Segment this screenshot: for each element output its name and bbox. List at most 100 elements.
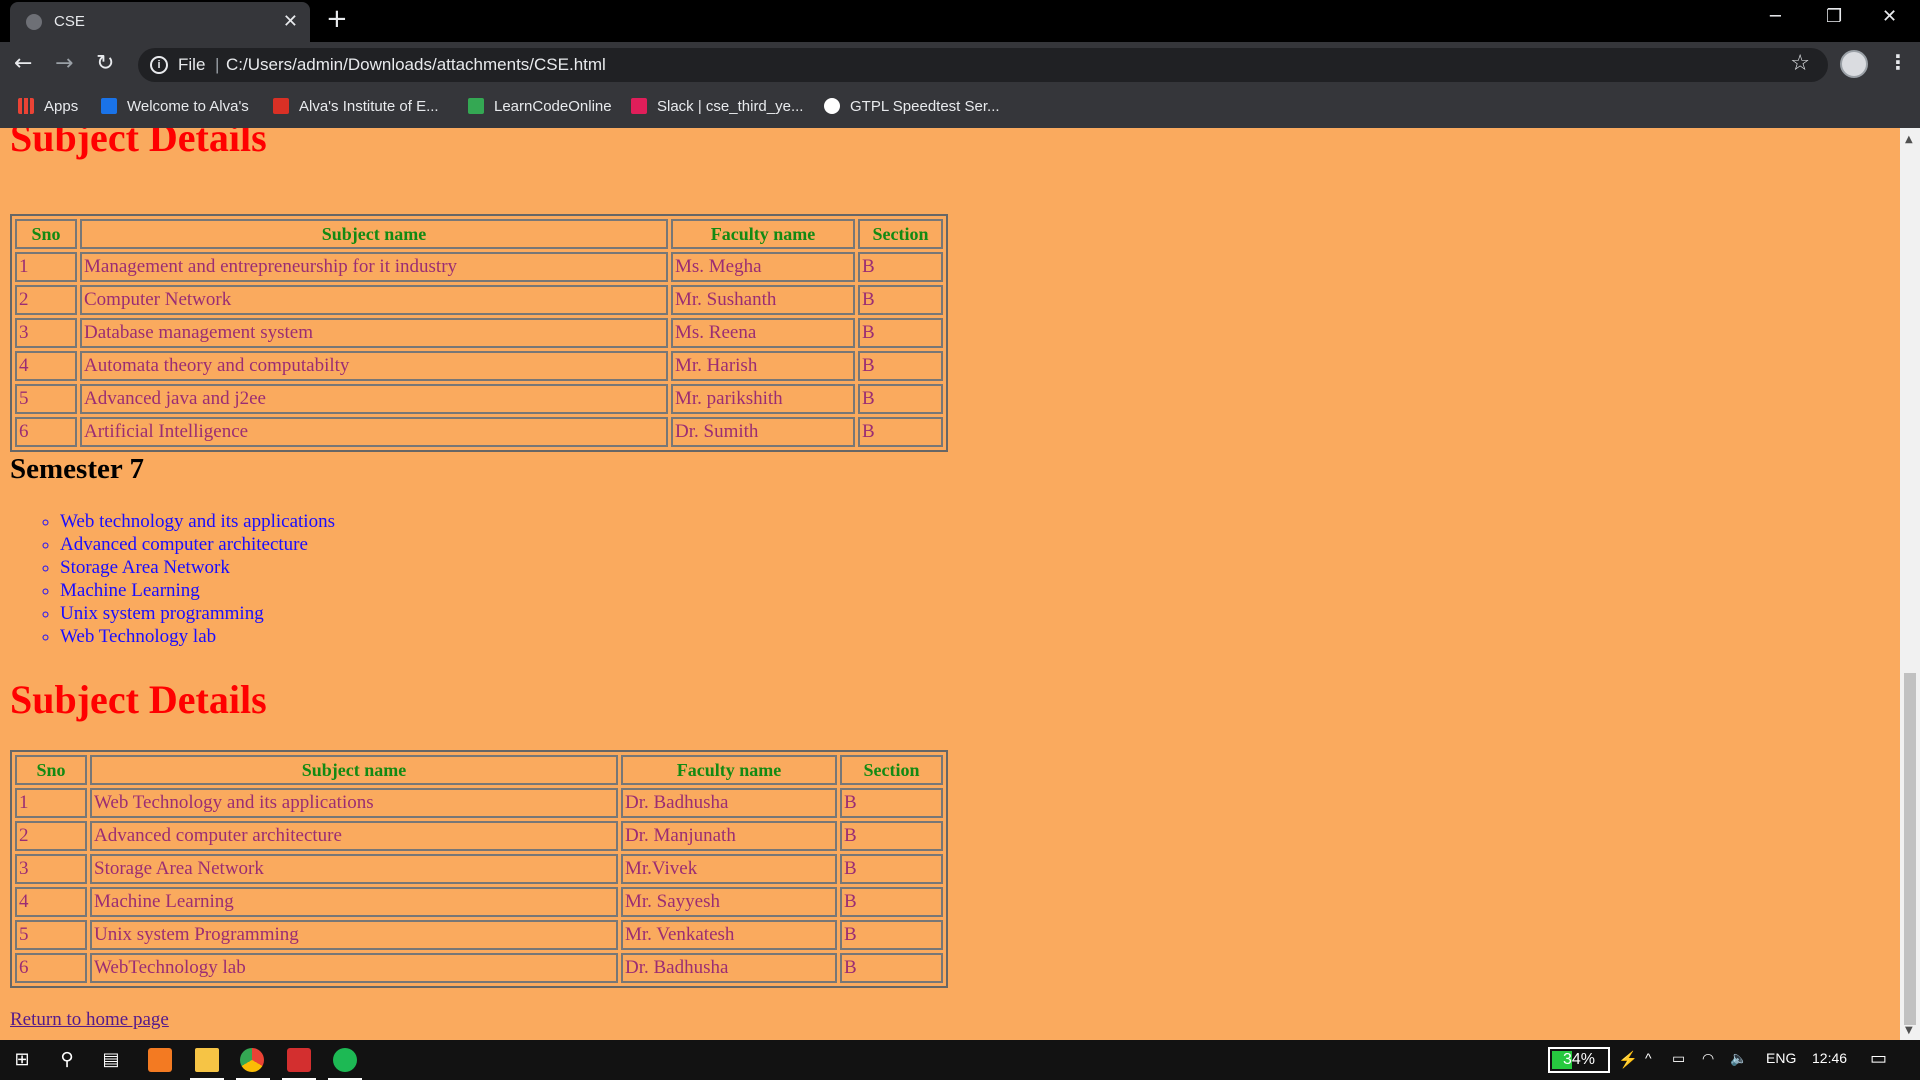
bookmark-star-icon[interactable]: ☆: [1790, 51, 1810, 76]
bookmark-learncodeonline[interactable]: LearnCodeOnline: [468, 98, 612, 115]
cell-section: B: [840, 788, 943, 818]
subject-link[interactable]: Storage Area Network: [60, 557, 230, 578]
subject-link[interactable]: Advanced computer architecture: [60, 534, 308, 555]
address-bar[interactable]: i File | C:/Users/admin/Downloads/attach…: [138, 48, 1828, 82]
cell-sno: 6: [15, 417, 77, 447]
col-header-sno: Sno: [15, 755, 87, 785]
cell-subject: Unix system Programming: [90, 920, 618, 950]
power-plug-icon: ⚡: [1618, 1052, 1638, 1069]
task-view-icon[interactable]: ▤: [99, 1048, 123, 1072]
cell-sno: 1: [15, 788, 87, 818]
vertical-scrollbar[interactable]: ▲ ▼: [1900, 128, 1920, 1040]
table-row: 4 Automata theory and computabilty Mr. Har…: [15, 351, 943, 381]
cell-sno: 2: [15, 821, 87, 851]
reload-icon[interactable]: ↻: [96, 51, 114, 76]
cell-faculty: Mr. Sushanth: [671, 285, 855, 315]
cell-subject: Advanced computer architecture: [90, 821, 618, 851]
windows-start-icon[interactable]: ⊞: [10, 1048, 34, 1072]
cell-section: B: [858, 285, 943, 315]
cell-section: B: [858, 384, 943, 414]
wifi-icon[interactable]: ◠: [1702, 1050, 1714, 1067]
cell-section: B: [858, 351, 943, 381]
cell-subject: Management and entrepreneurship for it i…: [80, 252, 668, 282]
profile-avatar[interactable]: [1840, 50, 1868, 78]
scroll-up-icon[interactable]: ▲: [1905, 134, 1913, 145]
table-row: 5 Advanced java and j2ee Mr. parikshith B: [15, 384, 943, 414]
battery-indicator[interactable]: 34%: [1548, 1047, 1610, 1073]
address-scheme: File: [178, 55, 206, 74]
subject-link[interactable]: Web technology and its applications: [60, 511, 335, 532]
bookmark-label: Alva's Institute of E...: [299, 98, 439, 115]
xampp-icon[interactable]: [148, 1048, 172, 1072]
col-header-section: Section: [858, 219, 943, 249]
semester7-heading: Semester 7: [10, 453, 144, 485]
scroll-thumb[interactable]: [1904, 673, 1916, 1025]
volume-icon[interactable]: 🔈: [1730, 1050, 1747, 1067]
table-row: 4 Machine Learning Mr. Sayyesh B: [15, 887, 943, 917]
col-header-section: Section: [840, 755, 943, 785]
bookmark-alvas-institute[interactable]: Alva's Institute of E...: [273, 98, 439, 115]
cell-subject: WebTechnology lab: [90, 953, 618, 983]
cell-section: B: [840, 887, 943, 917]
bookmark-slack[interactable]: Slack | cse_third_ye...: [631, 98, 803, 115]
new-tab-button[interactable]: +: [326, 4, 348, 34]
list-item: Web Technology lab: [60, 625, 335, 648]
notifications-icon[interactable]: ▭: [1870, 1048, 1887, 1069]
col-header-subject: Subject name: [80, 219, 668, 249]
search-icon[interactable]: ⚲: [55, 1048, 79, 1072]
cell-subject: Automata theory and computabilty: [80, 351, 668, 381]
language-indicator[interactable]: ENG: [1766, 1050, 1796, 1066]
cell-section: B: [840, 953, 943, 983]
bookmark-label: Apps: [44, 98, 79, 115]
list-item: Machine Learning: [60, 579, 335, 602]
chrome-icon[interactable]: [240, 1048, 264, 1072]
spotify-icon[interactable]: [333, 1048, 357, 1072]
subject-table-sem6: Sno Subject name Faculty name Section 1M…: [10, 214, 948, 452]
table-row: 2 Advanced computer architecture Dr. Manju…: [15, 821, 943, 851]
list-item: Unix system programming: [60, 602, 335, 625]
browser-titlebar: CSE ✕ + ─ ❐ ✕: [0, 0, 1920, 42]
browser-tab[interactable]: CSE ✕: [10, 2, 310, 42]
restore-icon[interactable]: ❐: [1826, 6, 1842, 27]
list-item: Storage Area Network: [60, 556, 335, 579]
cell-section: B: [840, 821, 943, 851]
cell-subject: Computer Network: [80, 285, 668, 315]
cell-faculty: Mr.Vivek: [621, 854, 837, 884]
forward-arrow-icon[interactable]: →: [55, 51, 73, 76]
file-explorer-icon[interactable]: [195, 1048, 219, 1072]
bookmark-apps[interactable]: Apps: [18, 98, 78, 115]
slack-icon: [631, 98, 647, 114]
subject-link[interactable]: Machine Learning: [60, 580, 200, 601]
subject-link[interactable]: Web Technology lab: [60, 626, 216, 647]
cell-subject: Database management system: [80, 318, 668, 348]
clock[interactable]: 12:46: [1812, 1050, 1847, 1066]
browser-toolbar: ← → ↻ i File | C:/Users/admin/Downloads/…: [0, 42, 1920, 88]
close-tab-icon[interactable]: ✕: [283, 11, 298, 32]
subject-link[interactable]: Unix system programming: [60, 603, 264, 624]
bookmark-label: GTPL Speedtest Ser...: [850, 98, 1000, 115]
whatsapp-icon[interactable]: [287, 1048, 311, 1072]
return-home-link[interactable]: Return to home page: [10, 1009, 169, 1031]
menu-dots-icon[interactable]: ⋮: [1888, 50, 1908, 74]
cell-subject: Advanced java and j2ee: [80, 384, 668, 414]
cell-section: B: [840, 920, 943, 950]
close-window-icon[interactable]: ✕: [1882, 6, 1897, 27]
back-arrow-icon[interactable]: ←: [14, 51, 32, 76]
minimize-icon[interactable]: ─: [1770, 6, 1781, 27]
show-hidden-icons-icon[interactable]: ^: [1645, 1050, 1652, 1066]
bookmark-label: Slack | cse_third_ye...: [657, 98, 804, 115]
bookmark-gtpl-speedtest[interactable]: GTPL Speedtest Ser...: [824, 98, 1000, 115]
bookmark-alvas-welcome[interactable]: Welcome to Alva's: [101, 98, 249, 115]
battery-icon[interactable]: ▭: [1672, 1050, 1685, 1067]
scroll-down-icon[interactable]: ▼: [1905, 1025, 1913, 1036]
battery-percent: 34%: [1562, 1051, 1596, 1068]
globe-icon: [26, 14, 42, 30]
table-row: 1 Web Technology and its applications Dr. …: [15, 788, 943, 818]
info-icon[interactable]: i: [150, 56, 168, 74]
cell-subject: Artificial Intelligence: [80, 417, 668, 447]
col-header-sno: Sno: [15, 219, 77, 249]
institute-icon: [273, 98, 289, 114]
col-header-subject: Subject name: [90, 755, 618, 785]
address-url[interactable]: C:/Users/admin/Downloads/attachments/CSE…: [226, 55, 606, 75]
list-item: Web technology and its applications: [60, 510, 335, 533]
